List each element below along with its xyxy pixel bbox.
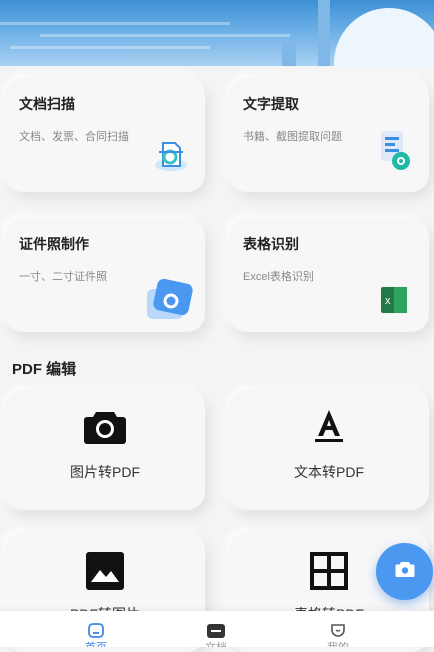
tab-label: 文档 [166, 639, 266, 647]
banner-stripe [0, 22, 230, 25]
grid-icon [310, 552, 348, 595]
tool-image-to-pdf[interactable]: 图片转PDF [5, 390, 205, 510]
camera-icon [84, 408, 126, 449]
tab-home[interactable]: 首页 [46, 611, 146, 647]
banner-tower [318, 0, 330, 66]
bottom-tab-bar: 首页 文档 我的 [0, 611, 434, 647]
tool-label: 文本转PDF [294, 464, 364, 480]
card-title: 证件照制作 [19, 236, 89, 252]
banner-tower [282, 44, 296, 66]
camera-fab-button[interactable] [376, 543, 433, 600]
image-icon [86, 552, 124, 595]
card-title: 文字提取 [243, 96, 299, 112]
top-banner [0, 0, 434, 66]
id-photo-icon [145, 277, 193, 328]
section-title: PDF 编辑 [12, 361, 77, 378]
card-subtitle: 一寸、二寸证件照 [19, 271, 107, 283]
card-subtitle: 文档、发票、合同扫描 [19, 131, 129, 143]
card-title: 文档扫描 [19, 96, 75, 112]
tool-text-to-pdf[interactable]: 文本转PDF [229, 390, 429, 510]
scan-icon [153, 135, 189, 178]
banner-sun [334, 8, 434, 66]
card-document-scan[interactable]: 文档扫描 文档、发票、合同扫描 [5, 78, 205, 192]
tab-label: 我的 [288, 639, 388, 647]
card-text-extract[interactable]: 文字提取 书籍、截图提取问题 [229, 78, 429, 192]
card-table-recognition[interactable]: 表格识别 Excel表格识别 x [229, 218, 429, 332]
tab-profile[interactable]: 我的 [288, 611, 388, 647]
card-subtitle: Excel表格识别 [243, 271, 314, 283]
card-subtitle: 书籍、截图提取问题 [243, 131, 342, 143]
card-title: 表格识别 [243, 236, 299, 252]
tool-label: 图片转PDF [70, 464, 140, 480]
card-id-photo[interactable]: 证件照制作 一寸、二寸证件照 [5, 218, 205, 332]
text-extract-icon [379, 129, 413, 178]
banner-stripe [10, 46, 210, 49]
text-icon [313, 408, 345, 449]
camera-icon [395, 561, 415, 583]
tab-documents[interactable]: 文档 [166, 611, 266, 647]
svg-text:x: x [385, 295, 391, 307]
excel-icon: x [381, 287, 407, 318]
banner-stripe [40, 34, 290, 37]
tab-label: 首页 [46, 639, 146, 647]
